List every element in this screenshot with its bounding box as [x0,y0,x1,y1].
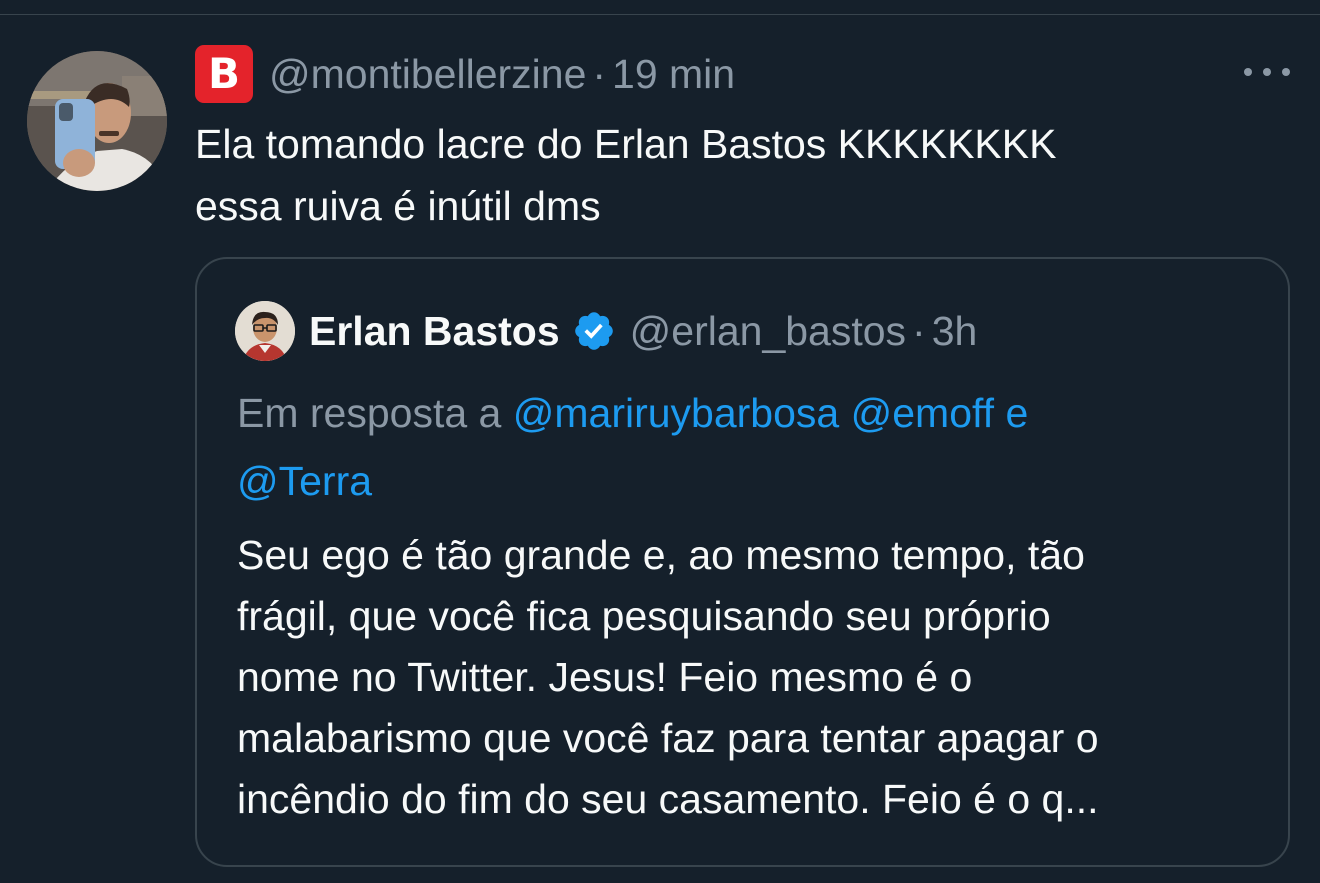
quoted-text-line: frágil, que você fica pesquisando seu pr… [237,593,1051,639]
tweet[interactable]: B @montibellerzine · 19 min Ela tomando … [0,15,1320,883]
reply-conjunction: e [1005,390,1029,436]
quoted-text-line: Seu ego é tão grande e, ao mesmo tempo, … [237,532,1085,578]
mention-link[interactable]: @emoff [851,390,994,436]
verified-badge-icon [574,312,613,350]
quoted-timestamp[interactable]: 3h [932,308,978,355]
quoted-text-line: nome no Twitter. Jesus! Feio mesmo é o [237,654,973,700]
quoted-tweet-header: Erlan Bastos @erlan_bastos · 3h [235,297,977,365]
quoted-text-line: malabarismo que você faz para tentar apa… [237,715,1099,761]
quoted-tweet[interactable]: Erlan Bastos @erlan_bastos · 3h Em respo… [195,257,1290,867]
more-options-icon[interactable] [1244,57,1290,87]
mention-link[interactable]: @Terra [237,458,372,504]
header-separator: · [592,50,607,97]
avatar[interactable] [27,51,167,191]
b-button-emoji-icon: B [195,45,253,103]
more-dot [1282,68,1290,76]
more-dot [1244,68,1252,76]
quoted-text-line: incêndio do fim do seu casamento. Feio é… [237,776,1099,822]
more-dot [1263,68,1271,76]
mention-link[interactable]: @mariruybarbosa [513,390,839,436]
quoted-author-handle[interactable]: @erlan_bastos [630,308,906,355]
quoted-tweet-text: Seu ego é tão grande e, ao mesmo tempo, … [237,525,1267,830]
tweet-text-line: essa ruiva é inútil dms [195,183,601,229]
tweet-header: B @montibellerzine · 19 min [195,43,735,105]
tweet-timestamp[interactable]: 19 min [612,51,735,98]
quoted-avatar[interactable] [235,301,295,361]
tweet-text: Ela tomando lacre do Erlan Bastos KKKKKK… [195,113,1275,237]
quoted-header-separator: · [912,307,926,354]
tweet-text-line: Ela tomando lacre do Erlan Bastos KKKKKK… [195,121,1057,167]
author-handle[interactable]: @montibellerzine [269,51,586,98]
reply-prefix: Em resposta a [237,390,502,436]
quoted-author-name[interactable]: Erlan Bastos [309,308,560,355]
reply-context: Em resposta a @mariruybarbosa @emoff e @… [237,379,1257,515]
